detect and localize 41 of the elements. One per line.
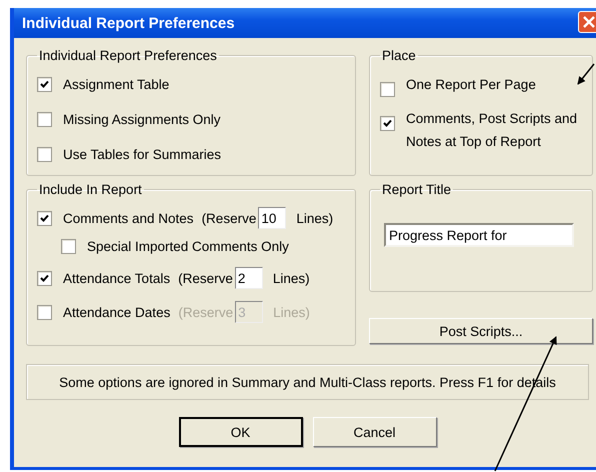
checkbox[interactable]: [380, 82, 395, 97]
checkbox[interactable]: [37, 112, 52, 127]
group-title: Include In Report: [38, 182, 143, 197]
lines-label: Lines): [272, 270, 310, 286]
checkbox-label: Attendance Dates: [63, 304, 170, 320]
checkbox-label: Comments, Post Scripts and Notes at Top of Report: [406, 110, 578, 151]
lines-field[interactable]: 10: [258, 207, 286, 229]
checkmark-icon: [40, 214, 49, 222]
pointer-arrow: [577, 64, 595, 85]
close-icon: [582, 15, 596, 29]
dialog-button[interactable]: Cancel: [312, 417, 436, 447]
checkbox[interactable]: [380, 116, 395, 131]
checkbox[interactable]: [37, 270, 52, 286]
checkmark-icon: [383, 119, 392, 128]
group-title: Place: [381, 48, 417, 63]
checkbox[interactable]: [37, 147, 52, 162]
checkbox[interactable]: [37, 210, 52, 226]
group-title: Report Title: [381, 182, 452, 197]
checkbox[interactable]: [61, 238, 76, 254]
lines-field[interactable]: 2: [234, 267, 263, 289]
post-scripts-button[interactable]: Post Scripts...: [369, 318, 593, 344]
reserve-label: (Reserve: [178, 270, 233, 286]
reserve-label: (Reserve: [202, 210, 256, 226]
checkbox-label: Attendance Totals: [63, 270, 170, 286]
checkbox-label: Special Imported Comments Only: [87, 238, 289, 254]
checkbox-label: Missing Assignments Only: [63, 112, 221, 127]
checkmark-icon: [40, 80, 49, 89]
checkbox[interactable]: [37, 77, 52, 92]
reserve-label: (Reserve: [178, 304, 234, 320]
window-title: Individual Report Preferences: [22, 14, 235, 32]
checkbox-label: Use Tables for Summaries: [63, 147, 222, 162]
report-title-field[interactable]: Progress Report for: [384, 223, 574, 247]
checkmark-icon: [40, 274, 49, 282]
checkbox-label: One Report Per Page: [406, 76, 536, 94]
lines-label: Lines): [273, 304, 310, 320]
dialog-button[interactable]: OK: [178, 417, 302, 447]
group-title: Individual Report Preferences: [38, 48, 218, 63]
lines-label: Lines): [296, 210, 334, 226]
checkbox-label: Comments and Notes: [63, 210, 194, 226]
checkbox-label: Assignment Table: [63, 77, 170, 92]
close-button[interactable]: [578, 11, 596, 33]
